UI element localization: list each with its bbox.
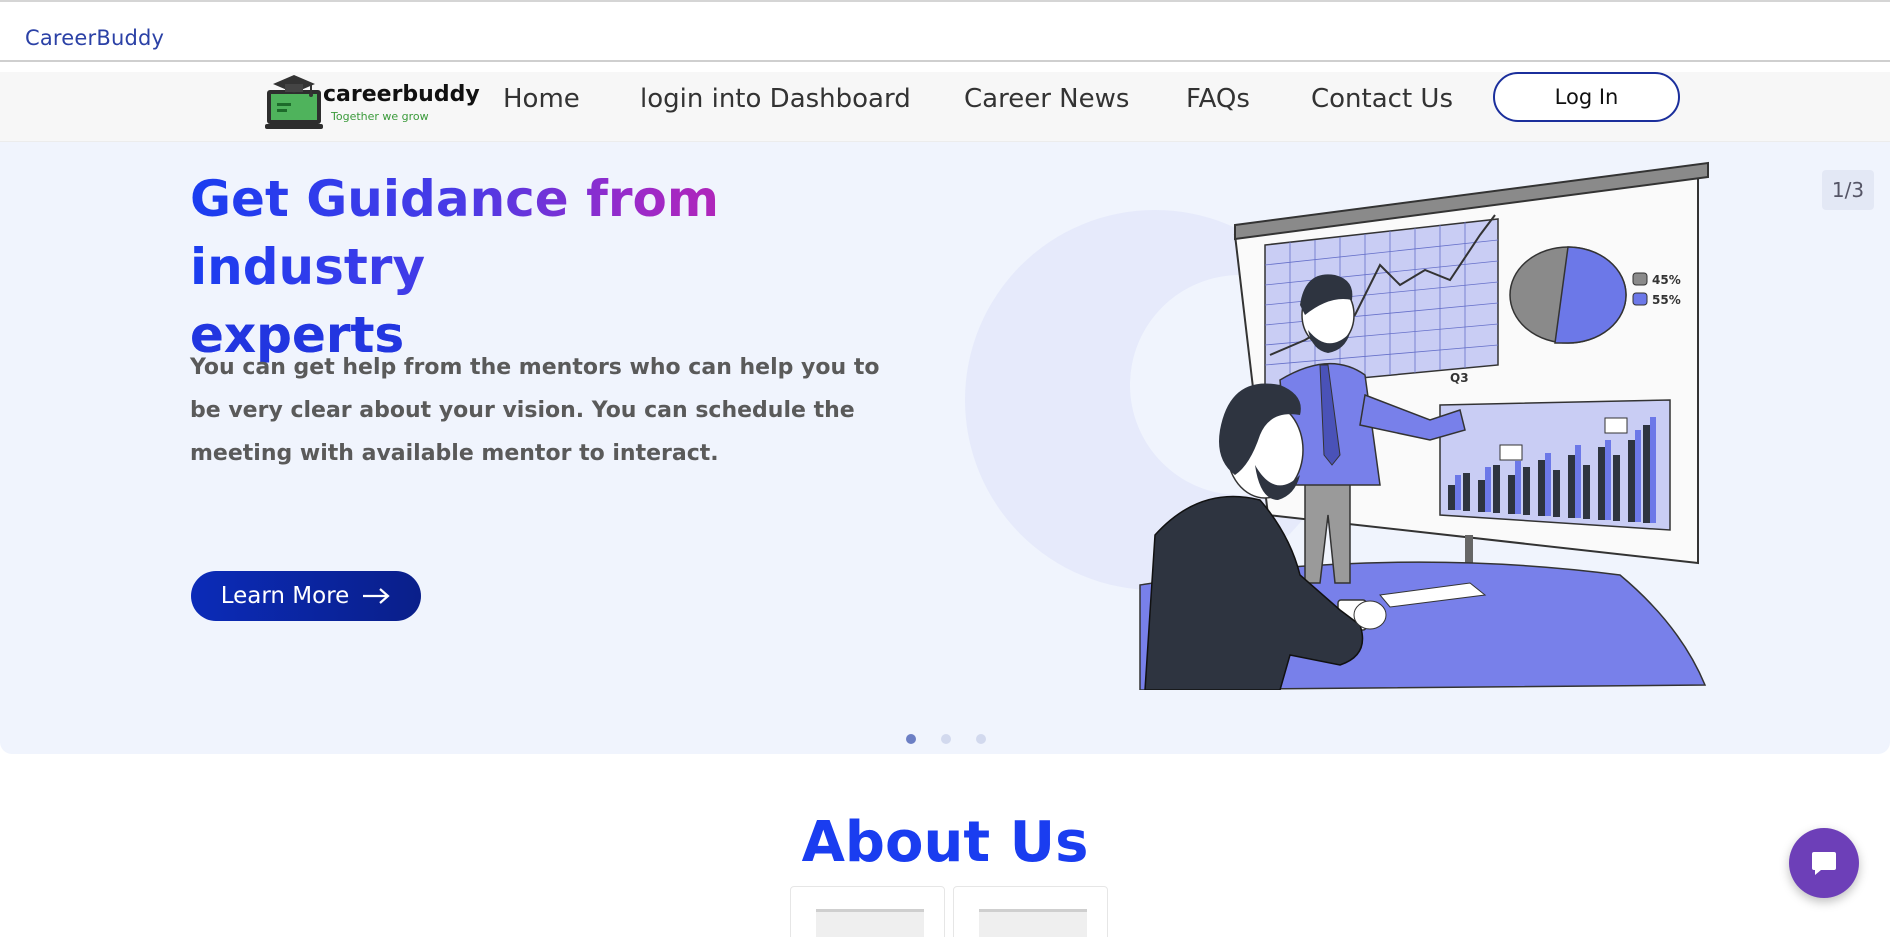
learn-more-label: Learn More xyxy=(220,583,350,609)
hero-title-line1: Get Guidance from industry xyxy=(190,170,719,296)
about-us-title: About Us xyxy=(801,810,1089,875)
bar-chart-graphic xyxy=(1439,399,1671,531)
logo-name: careerbuddy xyxy=(323,82,480,107)
learn-more-button[interactable]: Learn More xyxy=(191,571,421,621)
about-thumbnails xyxy=(790,886,1108,937)
nav-faqs[interactable]: FAQs xyxy=(1186,84,1250,114)
pie-label-55: 55% xyxy=(1652,293,1681,307)
laptop-graduation-icon xyxy=(265,75,323,129)
nav-career-news[interactable]: Career News xyxy=(964,84,1129,114)
brand-link[interactable]: CareerBuddy xyxy=(25,26,164,50)
about-thumbnail xyxy=(953,886,1108,937)
logo[interactable]: careerbuddy Together we grow xyxy=(263,70,480,132)
arrow-right-icon xyxy=(363,588,390,604)
carousel-dot-3[interactable] xyxy=(976,734,986,744)
login-button[interactable]: Log In xyxy=(1493,72,1680,122)
about-thumbnail xyxy=(790,886,945,937)
nav-home[interactable]: Home xyxy=(503,84,580,114)
carousel-dot-1[interactable] xyxy=(906,734,916,744)
nav-contact-us[interactable]: Contact Us xyxy=(1311,84,1453,114)
top-bar: CareerBuddy xyxy=(0,0,1890,62)
chat-bubble-icon xyxy=(1812,852,1836,875)
hero-description: You can get help from the mentors who ca… xyxy=(190,355,880,466)
chart-label-q3: Q3 xyxy=(1450,371,1469,385)
carousel-dot-2[interactable] xyxy=(941,734,951,744)
line-chart-graphic xyxy=(1264,214,1499,388)
pie-label-45: 45% xyxy=(1652,273,1681,287)
hero-title: Get Guidance from industry experts xyxy=(190,165,910,369)
slide-counter: 1/3 xyxy=(1822,170,1874,210)
logo-tagline: Together we grow xyxy=(331,110,429,123)
presentation-illustration: Q3 45% 55% xyxy=(965,161,1709,690)
chat-widget-button[interactable] xyxy=(1789,828,1859,898)
carousel-dots xyxy=(906,734,986,744)
nav-dashboard[interactable]: login into Dashboard xyxy=(640,84,911,114)
